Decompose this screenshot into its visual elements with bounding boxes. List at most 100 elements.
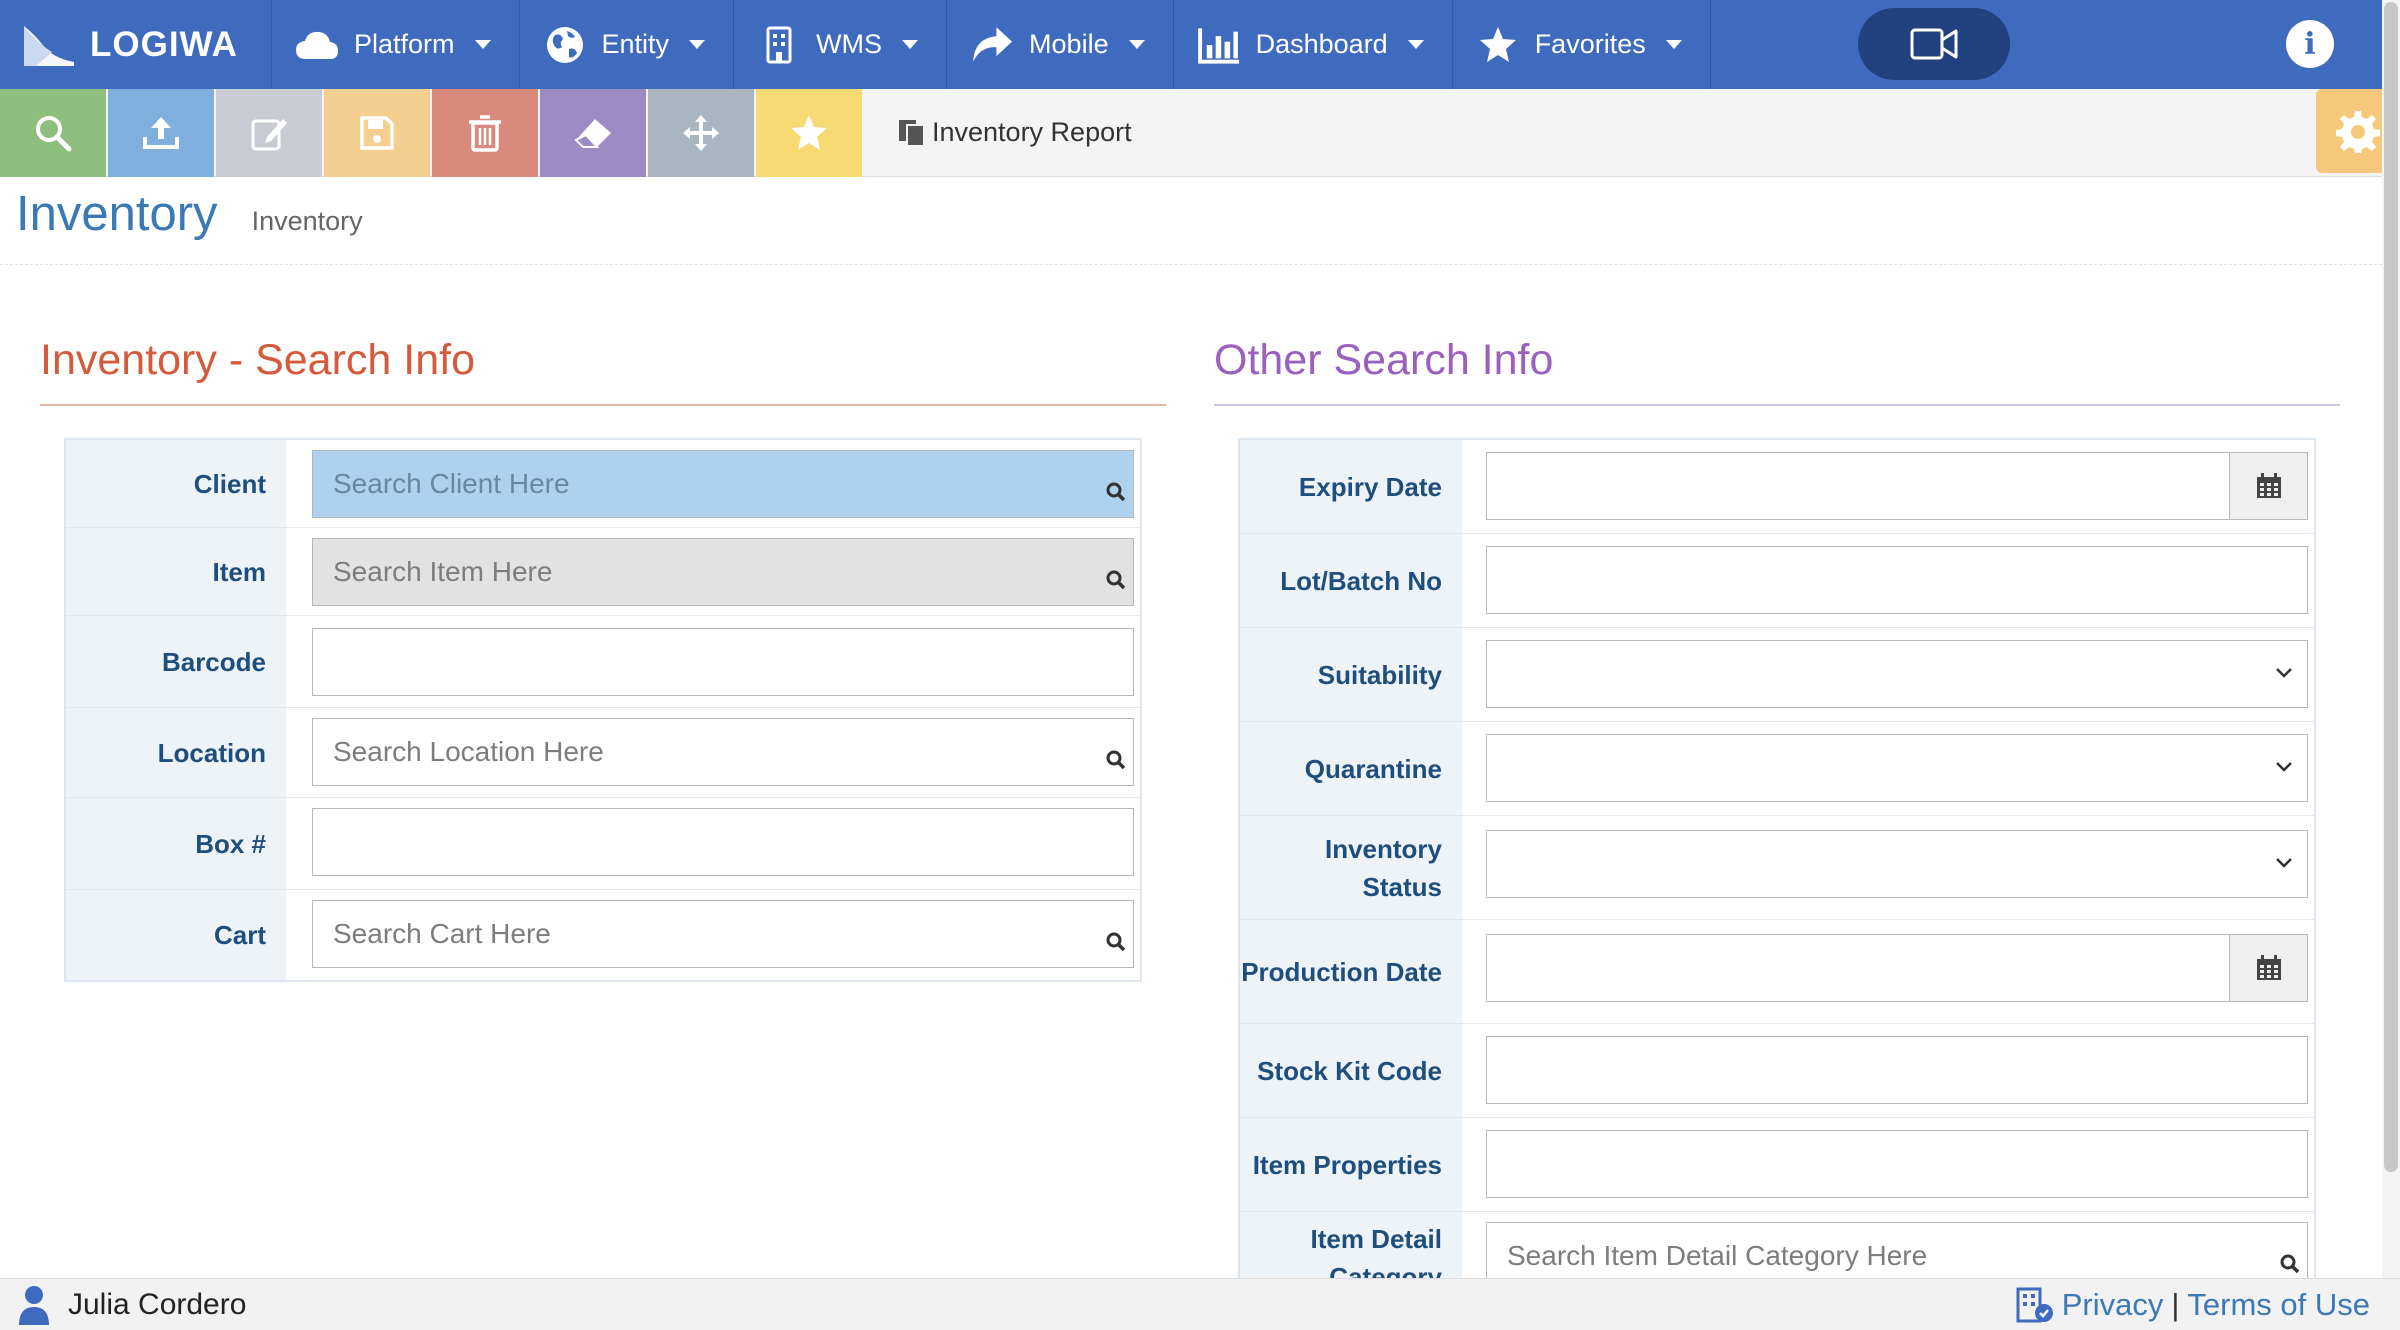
other-search-form: Expiry Date Lot/Batch No Suitability Qua… — [1238, 438, 2316, 1330]
upload-button[interactable] — [108, 89, 214, 177]
nav-platform[interactable]: Platform — [272, 0, 520, 89]
search-icon — [36, 116, 72, 152]
move-button[interactable] — [648, 89, 754, 177]
nav-favorites[interactable]: Favorites — [1453, 0, 1711, 89]
nav-platform-label: Platform — [354, 29, 455, 59]
privacy-link[interactable]: Privacy — [2062, 1287, 2164, 1323]
brand-logo[interactable]: LOGIWA — [0, 0, 272, 89]
chevron-down-icon — [1665, 40, 1682, 49]
item-label: Item — [66, 528, 286, 615]
expiry-date-label: Expiry Date — [1240, 440, 1462, 533]
search-icon[interactable] — [1105, 569, 1127, 591]
nav-wms-label: WMS — [816, 29, 883, 59]
item-properties-label: Item Properties — [1240, 1118, 1462, 1211]
item-properties-row: Item Properties — [1240, 1118, 2314, 1212]
box-number-label: Box # — [66, 798, 286, 889]
brand-name: LOGIWA — [90, 24, 238, 64]
footer-separator: | — [2171, 1287, 2180, 1322]
barcode-input[interactable] — [312, 628, 1134, 696]
terms-of-use-link[interactable]: Terms of Use — [2187, 1287, 2370, 1323]
item-detail-category-placeholder: Search Item Detail Category Here — [1507, 1240, 1928, 1271]
page-title: Inventory — [16, 187, 218, 241]
cart-label: Cart — [66, 890, 286, 980]
expiry-date-input[interactable] — [1486, 452, 2308, 520]
delete-button[interactable] — [432, 89, 538, 177]
client-label: Client — [66, 440, 286, 527]
left-section-divider — [40, 404, 1166, 406]
nav-dashboard-label: Dashboard — [1255, 29, 1388, 59]
search-icon[interactable] — [1105, 481, 1127, 503]
stock-kit-code-label: Stock Kit Code — [1240, 1024, 1462, 1117]
expiry-date-calendar-button[interactable] — [2229, 453, 2307, 519]
nav-entity[interactable]: Entity — [520, 0, 735, 89]
bar-chart-icon — [1196, 25, 1242, 65]
item-properties-input[interactable] — [1486, 1130, 2308, 1198]
barcode-label: Barcode — [66, 616, 286, 707]
search-icon[interactable] — [2279, 1253, 2301, 1275]
quarantine-label: Quarantine — [1240, 722, 1462, 815]
video-camera-icon — [1910, 28, 1958, 60]
location-row: Location Search Location Here — [66, 708, 1140, 798]
favorite-button[interactable] — [756, 89, 862, 177]
action-toolbar: Inventory Report — [0, 89, 2382, 177]
production-date-calendar-button[interactable] — [2229, 935, 2307, 1001]
item-search-input[interactable]: Search Item Here — [312, 538, 1134, 606]
edit-button[interactable] — [216, 89, 322, 177]
stock-kit-code-input[interactable] — [1486, 1036, 2308, 1104]
inventory-status-label: Inventory Status — [1240, 816, 1462, 919]
cart-row: Cart Search Cart Here — [66, 890, 1140, 980]
chevron-down-icon — [902, 40, 919, 49]
suitability-select[interactable] — [1486, 640, 2308, 708]
current-user[interactable]: Julia Cordero — [0, 1285, 246, 1325]
save-button[interactable] — [324, 89, 430, 177]
client-search-input[interactable]: Search Client Here — [312, 450, 1134, 518]
nav-favorites-label: Favorites — [1534, 29, 1646, 59]
right-section-divider — [1214, 404, 2340, 406]
cart-placeholder: Search Cart Here — [333, 918, 551, 949]
production-date-label: Production Date — [1240, 920, 1462, 1023]
user-name: Julia Cordero — [68, 1287, 247, 1321]
page-scrollbar-thumb[interactable] — [2384, 2, 2398, 1172]
chevron-down-icon — [474, 40, 491, 49]
expiry-date-row: Expiry Date — [1240, 440, 2314, 534]
client-row: Client Search Client Here — [66, 440, 1140, 528]
chevron-down-icon — [2276, 858, 2292, 868]
footer-bar: Julia Cordero Privacy | Terms of Use — [0, 1278, 2400, 1330]
inventory-report-link[interactable]: Inventory Report — [864, 89, 1132, 176]
lot-batch-input[interactable] — [1486, 546, 2308, 614]
box-number-input[interactable] — [312, 808, 1134, 876]
client-placeholder: Search Client Here — [333, 468, 570, 499]
box-number-row: Box # — [66, 798, 1140, 890]
app-root: LOGIWA Platform Entity WMS Mobile Dashbo… — [0, 0, 2400, 1330]
nav-mobile[interactable]: Mobile — [947, 0, 1174, 89]
gear-icon — [2336, 111, 2380, 153]
eraser-icon — [574, 119, 611, 148]
suitability-row: Suitability — [1240, 628, 2314, 722]
cart-search-input[interactable]: Search Cart Here — [312, 900, 1134, 968]
quarantine-row: Quarantine — [1240, 722, 2314, 816]
globe-icon — [542, 25, 588, 65]
star-icon — [1475, 25, 1521, 65]
erase-button[interactable] — [540, 89, 646, 177]
info-button[interactable]: i — [2286, 20, 2334, 68]
chevron-down-icon — [2276, 762, 2292, 772]
header-divider — [0, 264, 2382, 265]
quarantine-select[interactable] — [1486, 734, 2308, 802]
location-search-input[interactable]: Search Location Here — [312, 718, 1134, 786]
search-icon[interactable] — [1105, 931, 1127, 953]
nav-dashboard[interactable]: Dashboard — [1174, 0, 1453, 89]
inventory-status-select[interactable] — [1486, 830, 2308, 898]
chevron-down-icon — [689, 40, 706, 49]
search-icon[interactable] — [1105, 749, 1127, 771]
item-placeholder: Search Item Here — [333, 556, 553, 587]
video-call-button[interactable] — [1858, 8, 2010, 80]
chevron-down-icon — [2276, 668, 2292, 678]
search-button[interactable] — [0, 89, 106, 177]
production-date-row: Production Date — [1240, 920, 2314, 1024]
stock-kit-code-row: Stock Kit Code — [1240, 1024, 2314, 1118]
top-navbar: LOGIWA Platform Entity WMS Mobile Dashbo… — [0, 0, 2382, 89]
production-date-input[interactable] — [1486, 934, 2308, 1002]
inventory-status-row: Inventory Status — [1240, 816, 2314, 920]
save-icon — [360, 116, 394, 150]
nav-wms[interactable]: WMS — [734, 0, 948, 89]
